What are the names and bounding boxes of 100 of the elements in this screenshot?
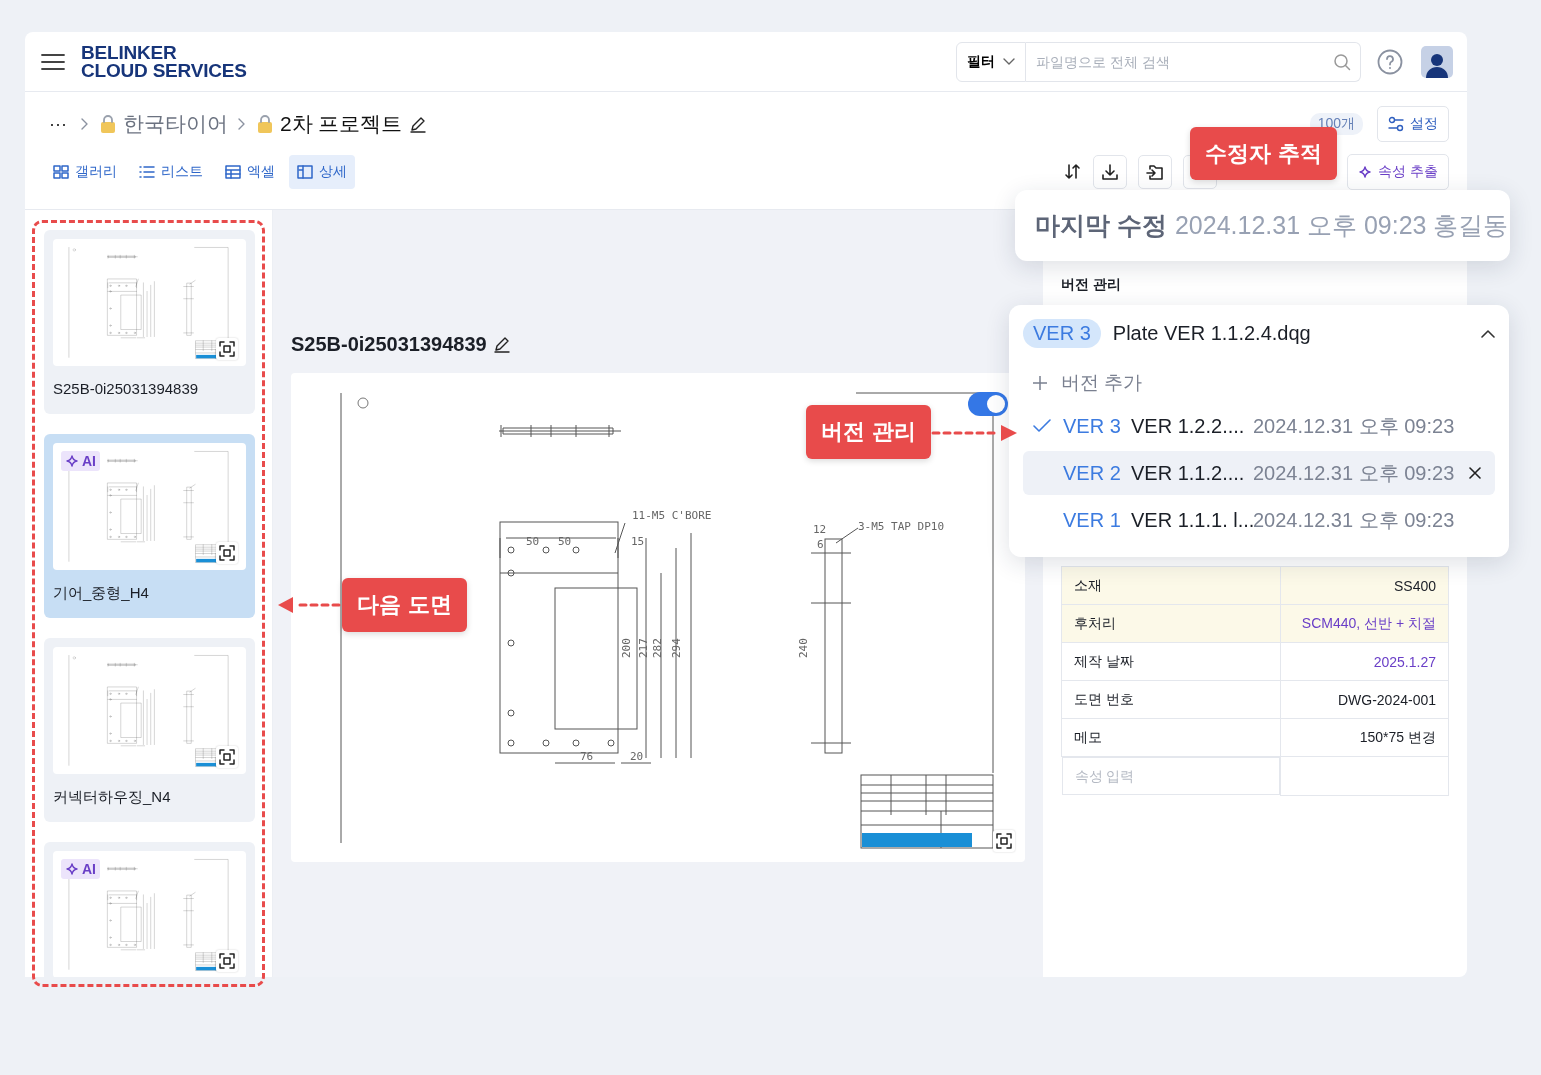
sparkle-icon — [65, 455, 79, 467]
download-icon[interactable] — [1101, 163, 1120, 181]
lock-icon — [99, 114, 117, 134]
table-icon — [225, 164, 241, 180]
extract-button[interactable]: 속성 추출 — [1347, 154, 1449, 190]
chevron-down-icon — [1003, 57, 1015, 66]
search-field[interactable]: 파일명으로 전체 검색 — [1026, 41, 1361, 82]
list-icon — [139, 164, 155, 180]
folder-move-icon[interactable] — [1146, 163, 1165, 181]
dimension-label: 50 — [558, 535, 572, 548]
dimension-label: 20 — [630, 750, 644, 763]
close-icon[interactable] — [1469, 467, 1481, 479]
drawing-card[interactable]: 커넥터하우징_N4 — [44, 638, 255, 822]
dimension-label: 294 — [670, 638, 683, 658]
view-tab[interactable]: 상세 — [289, 155, 355, 189]
property-value: DWG-2024-001 — [1280, 680, 1449, 719]
sparkle-icon — [65, 863, 79, 875]
property-value: SS400 — [1280, 566, 1449, 605]
chevron-right-icon — [81, 118, 89, 130]
version-badge: VER 3 — [1023, 318, 1101, 348]
version-label: VER 1 — [1063, 508, 1122, 532]
property-input[interactable]: 속성 입력 — [1061, 757, 1280, 795]
version-row[interactable]: VER 1 VER 1.1.1. l...2024.12.31 오후 09:23 — [1023, 498, 1495, 542]
drawing-name: 커넥터하우징_N4 — [53, 788, 172, 807]
lock-icon — [256, 114, 274, 134]
drawing-card[interactable]: AI — [44, 842, 255, 977]
drawing-name: S25B-0i25031394839 — [53, 380, 200, 397]
property-name: 메모 — [1061, 718, 1281, 757]
dimension-label: 76 — [580, 750, 594, 763]
section-title: 버전 관리 — [1061, 276, 1122, 292]
callout-label: 수정자 추적 — [1190, 127, 1337, 180]
version-date: 2024.12.31 오후 09:23 — [1253, 460, 1455, 486]
version-label: VER 3 — [1063, 414, 1122, 438]
expand-icon[interactable] — [219, 749, 235, 765]
chevron-up-icon[interactable] — [1481, 328, 1495, 338]
dimension-label: 6 — [817, 538, 824, 551]
version-row[interactable]: VER 3 VER 1.2.2.... 2024.12.31 오후 09:23 — [1023, 404, 1495, 448]
drawing-card[interactable]: AI 기어_중형_H4 — [44, 434, 255, 618]
dimension-label: 282 — [651, 638, 664, 658]
logo: BELINKER CLOUD SERVICES — [81, 43, 247, 80]
gallery-icon — [53, 164, 69, 180]
plus-icon — [1033, 376, 1047, 390]
view-tab[interactable]: 갤러리 — [45, 155, 125, 189]
property-value: 150*75 변경 — [1280, 718, 1449, 757]
more-button[interactable]: ··· — [45, 113, 71, 135]
dimension-label: 240 — [797, 638, 810, 658]
property-name: 소재 — [1061, 566, 1281, 605]
callout-label: 버전 관리 — [806, 405, 931, 459]
sort-icon[interactable] — [1064, 163, 1083, 181]
version-row[interactable]: VER 2 VER 1.1.2.... 2024.12.31 오후 09:23 — [1023, 451, 1495, 495]
last-modified-value: 2024.12.31 오후 09:23 홍길동 — [1174, 210, 1509, 241]
version-file: VER 1.2.2.... — [1131, 414, 1246, 438]
drawing-card[interactable]: S25B-0i25031394839 — [44, 230, 255, 414]
settings-button[interactable]: 설정 — [1377, 106, 1449, 142]
property-name: 후처리 — [1061, 604, 1281, 643]
version-file: VER 1.1.2.... — [1131, 461, 1246, 485]
document-title: S25B-0i25031394839 — [291, 332, 487, 356]
dimension-label: 15 — [631, 535, 645, 548]
version-file: VER 1.1.1. l... — [1131, 508, 1253, 532]
chevron-right-icon — [238, 118, 246, 130]
menu-icon[interactable] — [41, 52, 65, 71]
dimension-label: 3-M5 TAP DP10 — [858, 520, 945, 533]
dotted-arrow — [277, 594, 342, 616]
person-icon — [1425, 51, 1449, 78]
add-version-button[interactable]: 버전 추가 — [1023, 365, 1149, 401]
callout-label: 다음 도면 — [342, 578, 467, 632]
avatar[interactable] — [1421, 45, 1453, 78]
property-name: 도면 번호 — [1061, 680, 1281, 719]
version-date: 2024.12.31 오후 09:23 — [1253, 507, 1455, 533]
panel-icon — [297, 164, 313, 180]
property-value: 2025.1.27 — [1280, 642, 1449, 681]
drawing-name: 기어_중형_H4 — [53, 584, 150, 603]
pencil-icon[interactable] — [492, 335, 511, 353]
help-icon[interactable] — [1377, 48, 1403, 75]
property-value: SCM440, 선반 + 치절 — [1280, 604, 1449, 643]
file-name: Plate VER 1.1.2.4.dqg — [1112, 321, 1311, 345]
pencil-icon[interactable] — [408, 115, 427, 133]
expand-icon[interactable] — [219, 545, 235, 561]
ai-badge: AI — [61, 451, 100, 471]
dimension-label: 12 — [813, 523, 827, 536]
expand-icon[interactable] — [996, 833, 1012, 849]
expand-icon[interactable] — [219, 953, 235, 969]
property-name: 제작 날짜 — [1061, 642, 1281, 681]
version-date: 2024.12.31 오후 09:23 — [1253, 413, 1455, 439]
dimension-label: 200 — [620, 638, 633, 658]
filter-dropdown[interactable]: 필터 — [956, 41, 1026, 82]
search-icon — [1333, 52, 1351, 71]
view-tab[interactable]: 리스트 — [131, 155, 211, 189]
folder-title: 2차 프로젝트 — [280, 111, 403, 137]
view-tab[interactable]: 엑셀 — [217, 155, 283, 189]
toggle-switch[interactable] — [968, 392, 1008, 416]
dimension-label: 50 — [526, 535, 540, 548]
dimension-label: 11-M5 C'BORE — [632, 509, 712, 522]
expand-icon[interactable] — [219, 341, 235, 357]
sparkle-icon — [1358, 166, 1373, 178]
dimension-label: 217 — [637, 638, 650, 658]
sliders-icon — [1388, 116, 1404, 132]
last-modified-label: 마지막 수정 — [1035, 210, 1167, 241]
version-label: VER 2 — [1063, 461, 1122, 485]
breadcrumb-link[interactable]: 한국타이어 — [123, 110, 228, 138]
